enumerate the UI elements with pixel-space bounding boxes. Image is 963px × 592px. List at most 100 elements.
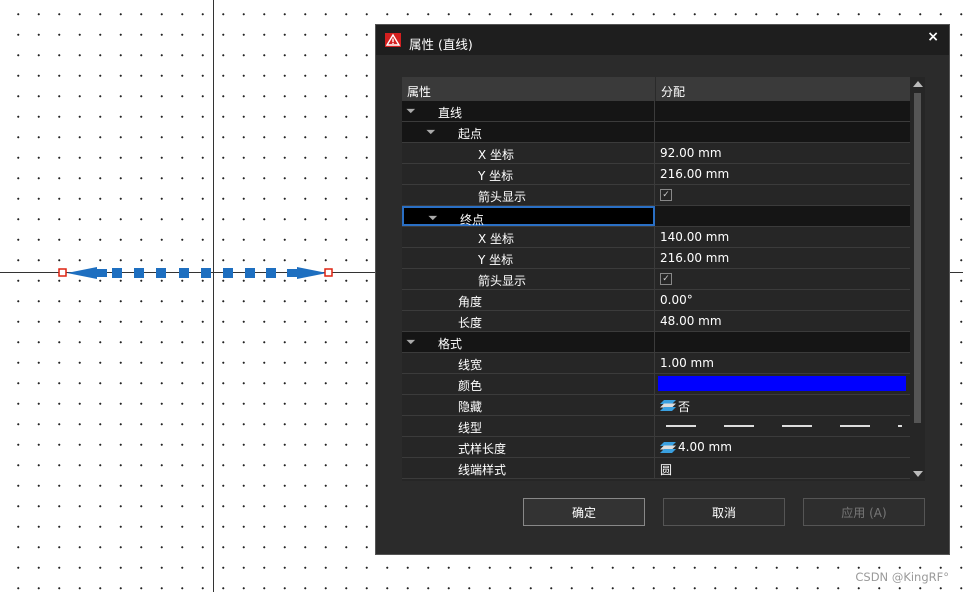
property-value: 4.00 mm [678, 440, 732, 454]
expand-toggle-icon[interactable]: ◢ [406, 103, 417, 114]
property-name-cell[interactable]: ◢ 格式 [402, 332, 655, 352]
apply-button[interactable]: 应用 (A) [803, 498, 925, 526]
property-label: 线宽 [458, 358, 483, 372]
property-value-cell[interactable]: 92.00 mm [656, 143, 910, 163]
column-header-value[interactable]: 分配 [661, 83, 685, 100]
dialog-title: 属性 (直线) [409, 37, 473, 52]
property-label: 线端样式 [458, 463, 507, 477]
property-value-cell[interactable] [656, 374, 910, 394]
property-value-cell[interactable] [656, 101, 910, 121]
property-value: 48.00 mm [660, 314, 722, 328]
property-value-cell[interactable]: 216.00 mm [656, 248, 910, 268]
canvas-axis-vertical [213, 0, 214, 592]
property-value-cell[interactable]: 48.00 mm [656, 311, 910, 331]
property-name-cell[interactable]: X 坐标 [402, 227, 655, 247]
property-row[interactable]: X 坐标 140.00 mm [402, 227, 910, 248]
property-value-cell[interactable]: 0.00° [656, 290, 910, 310]
property-value: 216.00 mm [660, 251, 730, 265]
property-value-cell[interactable] [656, 416, 910, 436]
dialog-titlebar[interactable]: 属性 (直线) × [376, 25, 949, 55]
property-name-cell[interactable]: 箭头显示 [402, 185, 655, 205]
property-row[interactable]: Y 坐标 216.00 mm [402, 164, 910, 185]
property-value: 0.00° [660, 293, 693, 307]
property-name-cell[interactable]: X 坐标 [402, 143, 655, 163]
property-row[interactable]: 角度 0.00° [402, 290, 910, 311]
scroll-up-arrow-icon[interactable] [913, 81, 923, 87]
property-value-cell[interactable]: 1.00 mm [656, 353, 910, 373]
end-handle [324, 268, 333, 277]
property-value-cell[interactable]: 圆 [656, 458, 910, 478]
property-row[interactable]: 线型 [402, 416, 910, 437]
property-row[interactable]: 式样长度 4.00 mm [402, 437, 910, 458]
property-row[interactable]: 箭头显示 ✓ [402, 185, 910, 206]
property-label: 直线 [438, 106, 463, 120]
property-label: X 坐标 [478, 232, 515, 246]
property-name-cell[interactable]: ◢ 起点 [402, 122, 655, 142]
arrow-display-checkbox[interactable]: ✓ [660, 189, 672, 201]
expand-toggle-icon[interactable]: ◢ [426, 124, 437, 135]
property-row[interactable]: 箭头显示 ✓ [402, 269, 910, 290]
property-name-cell[interactable]: 角度 [402, 290, 655, 310]
color-swatch[interactable] [658, 376, 906, 391]
property-row[interactable]: ◢ 格式 [402, 332, 910, 353]
cancel-button[interactable]: 取消 [663, 498, 785, 526]
property-label: 式样长度 [458, 442, 507, 456]
property-name-cell[interactable]: ◢ 直线 [402, 101, 655, 121]
property-value-cell[interactable]: ✓ [656, 269, 910, 289]
property-name-cell[interactable]: 隐藏 [402, 395, 655, 415]
property-value-cell[interactable]: 否 [656, 395, 910, 415]
property-name-cell[interactable]: 式样长度 [402, 437, 655, 457]
property-label: 箭头显示 [478, 274, 527, 288]
property-label: 长度 [458, 316, 483, 330]
property-value: 否 [678, 400, 691, 414]
property-value-cell[interactable]: 216.00 mm [656, 164, 910, 184]
ok-button[interactable]: 确定 [523, 498, 645, 526]
property-grid: 属性 分配 ◢ 直线 ◢ 起点 X 坐标 92.00 mm Y 坐标 216.00 mm 箭头显… [402, 77, 925, 481]
property-row[interactable]: 颜色 [402, 374, 910, 395]
property-value: 140.00 mm [660, 230, 730, 244]
property-name-cell[interactable]: Y 坐标 [402, 164, 655, 184]
property-row[interactable]: X 坐标 92.00 mm [402, 143, 910, 164]
property-label: 箭头显示 [478, 190, 527, 204]
property-name-cell[interactable]: 线端样式 [402, 458, 655, 478]
start-arrowhead [67, 267, 97, 279]
scroll-down-arrow-icon[interactable] [913, 471, 923, 477]
property-row[interactable]: ◢ 终点 [402, 206, 910, 227]
property-row[interactable]: ◢ 起点 [402, 122, 910, 143]
scroll-thumb[interactable] [914, 93, 921, 423]
property-name-cell[interactable]: 颜色 [402, 374, 655, 394]
property-value-cell[interactable] [656, 122, 910, 142]
property-row[interactable]: 线宽 1.00 mm [402, 353, 910, 374]
column-header-property[interactable]: 属性 [407, 83, 431, 100]
property-row[interactable]: Y 坐标 216.00 mm [402, 248, 910, 269]
close-button[interactable]: × [927, 29, 939, 45]
watermark: CSDN @KingRF° [855, 570, 949, 584]
property-value-cell[interactable]: 140.00 mm [656, 227, 910, 247]
property-value-cell[interactable] [656, 332, 910, 352]
property-name-cell[interactable]: ◢ 终点 [402, 206, 655, 227]
property-row[interactable]: ◢ 直线 [402, 101, 910, 122]
start-handle [58, 268, 67, 277]
property-value-cell[interactable]: 4.00 mm [656, 437, 910, 457]
property-name-cell[interactable]: Y 坐标 [402, 248, 655, 268]
property-name-cell[interactable]: 箭头显示 [402, 269, 655, 289]
arrow-display-checkbox[interactable]: ✓ [660, 273, 672, 285]
property-row[interactable]: 线端样式 圆 [402, 458, 910, 479]
layers-icon [660, 442, 676, 453]
dash-line-preview[interactable] [666, 425, 902, 427]
property-value-cell[interactable]: ✓ [656, 185, 910, 205]
property-name-cell[interactable]: 线宽 [402, 353, 655, 373]
vertical-scrollbar[interactable] [910, 77, 925, 481]
expand-toggle-icon[interactable]: ◢ [428, 210, 439, 221]
property-row[interactable]: 隐藏 否 [402, 395, 910, 416]
warning-app-icon [385, 33, 401, 47]
property-value-cell[interactable] [656, 206, 910, 226]
selected-line-graphic[interactable] [55, 262, 340, 284]
layers-icon [660, 400, 676, 411]
expand-toggle-icon[interactable]: ◢ [406, 334, 417, 345]
property-name-cell[interactable]: 线型 [402, 416, 655, 436]
property-label: X 坐标 [478, 148, 515, 162]
property-name-cell[interactable]: 长度 [402, 311, 655, 331]
property-row[interactable]: 长度 48.00 mm [402, 311, 910, 332]
property-label: 隐藏 [458, 400, 483, 414]
